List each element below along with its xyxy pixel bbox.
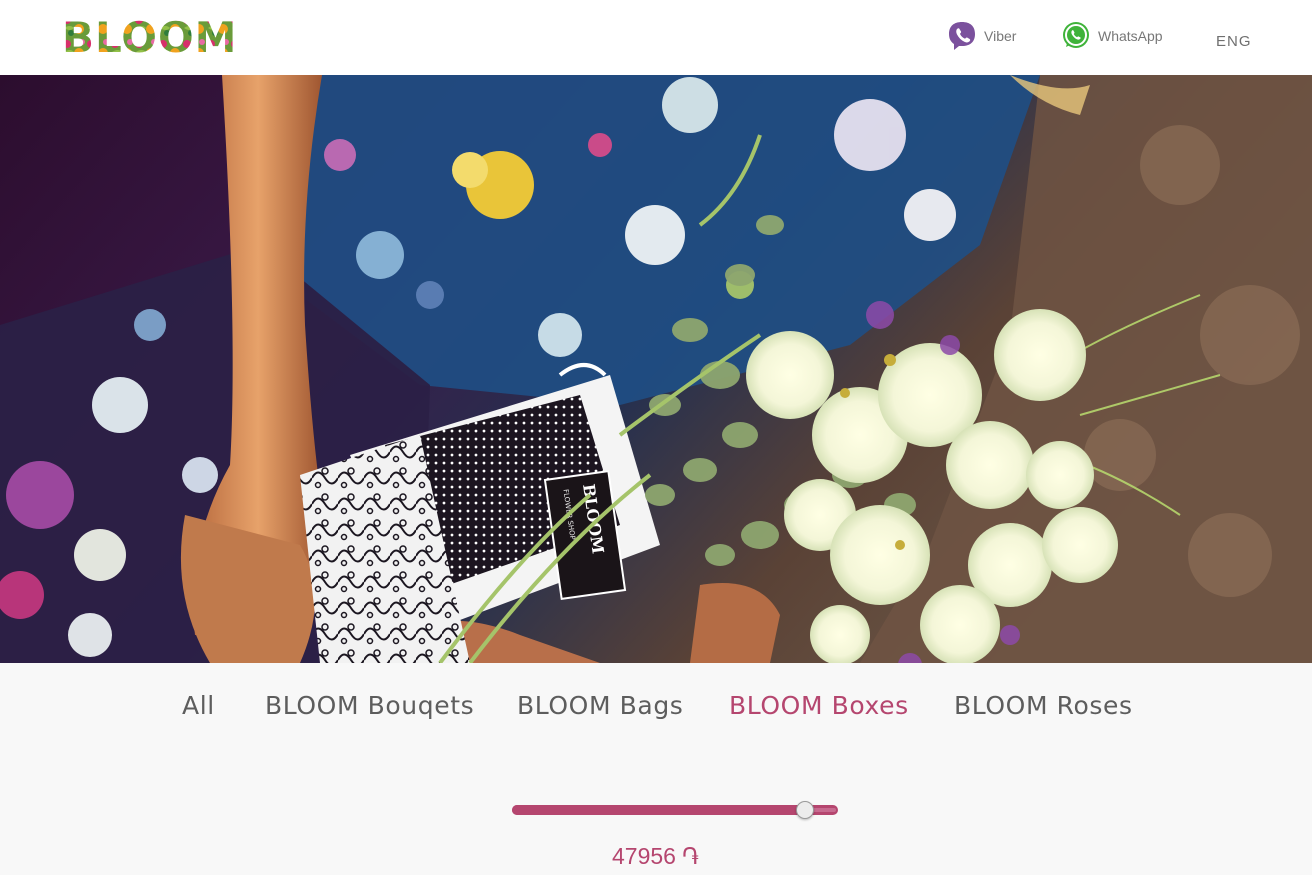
hero-banner: BLOOM FLOWER SHOP bbox=[0, 75, 1312, 663]
whatsapp-link[interactable]: WhatsApp bbox=[1060, 20, 1163, 52]
whatsapp-icon bbox=[1063, 22, 1089, 48]
svg-text:BLOOM: BLOOM bbox=[62, 14, 237, 58]
viber-label: Viber bbox=[984, 28, 1017, 44]
tab-all[interactable]: All bbox=[182, 691, 215, 720]
hero-photo: BLOOM FLOWER SHOP bbox=[0, 75, 1312, 663]
currency-symbol: ֏ bbox=[681, 843, 699, 869]
tab-bloom-bags[interactable]: BLOOM Bags bbox=[517, 691, 683, 720]
tab-bloom-roses[interactable]: BLOOM Roses bbox=[954, 691, 1133, 720]
whatsapp-label: WhatsApp bbox=[1098, 28, 1163, 44]
site-header: BLOOM Viber WhatsApp ENG bbox=[0, 0, 1312, 75]
tab-bloom-boxes[interactable]: BLOOM Boxes bbox=[729, 691, 909, 720]
price-slider-fill bbox=[512, 805, 806, 815]
price-slider-handle[interactable] bbox=[796, 801, 815, 819]
bloom-logo: BLOOM bbox=[62, 14, 237, 58]
tab-bloom-bouqets[interactable]: BLOOM Bouqets bbox=[265, 691, 474, 720]
language-selector[interactable]: ENG bbox=[1216, 33, 1252, 50]
price-value: 47956 bbox=[612, 843, 676, 869]
viber-icon bbox=[949, 22, 975, 50]
price-readout: 47956 ֏ bbox=[612, 843, 699, 870]
viber-link[interactable]: Viber bbox=[946, 20, 1016, 52]
price-slider[interactable] bbox=[512, 801, 838, 819]
category-tabs: All BLOOM Bouqets BLOOM Bags BLOOM Boxes… bbox=[0, 663, 1312, 749]
